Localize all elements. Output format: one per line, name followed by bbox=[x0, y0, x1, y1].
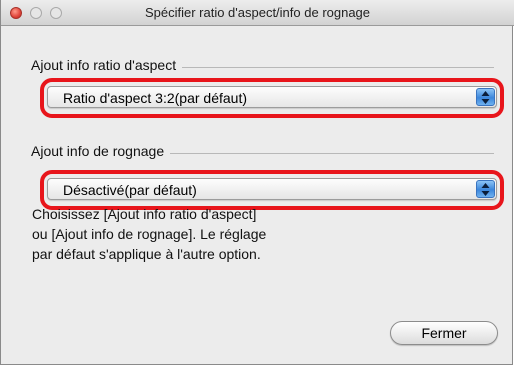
crop-group-label: Ajout info de rognage bbox=[31, 143, 171, 159]
close-button[interactable]: Fermer bbox=[390, 321, 498, 345]
description-line-1: Choisissez [Ajout info ratio d'aspect] bbox=[32, 206, 257, 222]
description-line-2: ou [Ajout info de rognage]. Le réglage bbox=[32, 226, 267, 242]
aspect-group-label: Ajout info ratio d'aspect bbox=[31, 57, 183, 73]
aspect-ratio-highlight bbox=[40, 78, 504, 118]
description-text: Choisissez [Ajout info ratio d'aspect] o… bbox=[32, 204, 332, 264]
window-title: Spécifier ratio d'aspect/info de rognage bbox=[144, 5, 371, 20]
dialog-window: Spécifier ratio d'aspect/info de rognage… bbox=[0, 0, 514, 365]
title-bar[interactable]: Spécifier ratio d'aspect/info de rognage bbox=[1, 0, 514, 26]
description-line-3: par défaut s'applique à l'autre option. bbox=[32, 246, 261, 262]
